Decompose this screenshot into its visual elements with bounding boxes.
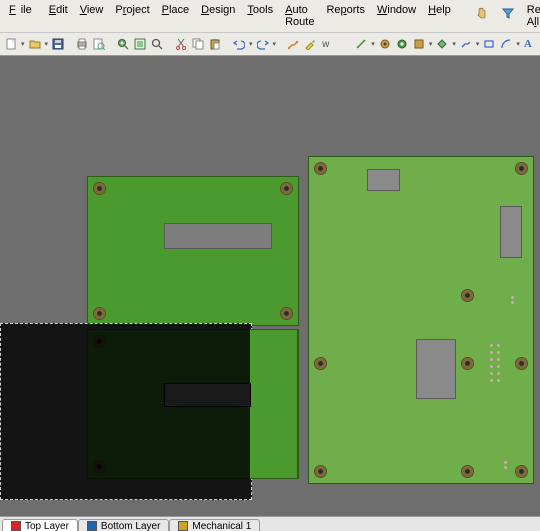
paste-icon[interactable] — [208, 35, 222, 53]
mounting-hole[interactable] — [280, 307, 293, 320]
place-arc-icon[interactable] — [499, 35, 513, 53]
mounting-hole[interactable] — [461, 357, 474, 370]
cutout[interactable] — [500, 206, 522, 258]
tab-label: Bottom Layer — [101, 521, 160, 531]
tab-bottom-layer[interactable]: Bottom Layer — [78, 519, 169, 531]
layer-swatch — [178, 521, 188, 531]
dropdown-arrow-icon[interactable]: ▾ — [516, 36, 520, 52]
coord-label: w — [320, 39, 331, 50]
dropdown-arrow-icon[interactable]: ▾ — [249, 36, 253, 52]
pcb-canvas[interactable] — [0, 56, 540, 516]
place-fill-icon[interactable] — [412, 35, 426, 53]
menu-tools[interactable]: Tools — [242, 2, 278, 30]
mounting-hole[interactable] — [461, 289, 474, 302]
menu-reports[interactable]: Reports — [321, 2, 370, 30]
tab-label: Mechanical 1 — [192, 521, 251, 531]
menu-help[interactable]: Help — [423, 2, 456, 30]
place-via-icon[interactable] — [378, 35, 392, 53]
open-file-icon[interactable] — [28, 35, 42, 53]
mounting-hole[interactable] — [314, 465, 327, 478]
dropdown-arrow-icon[interactable]: ▾ — [429, 36, 433, 52]
dropdown-arrow-icon[interactable]: ▾ — [21, 36, 25, 52]
menu-project[interactable]: Project — [110, 2, 154, 30]
via-pair[interactable] — [511, 296, 514, 304]
pcb-board-2-visible[interactable] — [250, 329, 298, 479]
print-preview-icon[interactable] — [92, 35, 106, 53]
toolbar: ▾ ▾ ▾ ▾ w ▾ ▾ ▾ ▾ ▾ A ▾ [No Variations] … — [0, 33, 540, 56]
pcb-board-1[interactable] — [87, 176, 299, 326]
undo-icon[interactable] — [232, 35, 246, 53]
place-pad-icon[interactable] — [395, 35, 409, 53]
print-icon[interactable] — [75, 35, 89, 53]
redo-icon[interactable] — [256, 35, 270, 53]
mounting-hole[interactable] — [515, 465, 528, 478]
zoom-window-icon[interactable] — [116, 35, 130, 53]
mounting-hole[interactable] — [515, 162, 528, 175]
dropdown-arrow-icon[interactable]: ▾ — [476, 36, 480, 52]
menu-place[interactable]: Place — [157, 2, 195, 30]
mounting-hole[interactable] — [93, 182, 106, 195]
menu-autoroute[interactable]: Auto Route — [280, 2, 319, 30]
via-array[interactable] — [497, 344, 500, 382]
layer-swatch — [87, 521, 97, 531]
place-track-icon[interactable] — [354, 35, 368, 53]
cutout[interactable] — [164, 383, 251, 407]
zoom-selected-icon[interactable] — [150, 35, 164, 53]
mounting-hole[interactable] — [314, 162, 327, 175]
route-icon[interactable] — [286, 35, 300, 53]
menu-bar: File Edit View Project Place Design Tool… — [0, 0, 540, 33]
tab-label: Top Layer — [25, 521, 69, 531]
mounting-hole[interactable] — [515, 357, 528, 370]
tab-top-layer[interactable]: Top Layer — [2, 519, 78, 531]
menu-window[interactable]: Window — [372, 2, 421, 30]
mounting-hole[interactable] — [93, 307, 106, 320]
cutout[interactable] — [367, 169, 400, 191]
selection-rectangle[interactable] — [0, 323, 252, 500]
dropdown-arrow-icon[interactable]: ▾ — [273, 36, 277, 52]
mounting-hole[interactable] — [461, 465, 474, 478]
layer-swatch — [11, 521, 21, 531]
place-polygon-icon[interactable] — [435, 35, 449, 53]
layer-tabs: Top Layer Bottom Layer Mechanical 1 — [0, 516, 540, 531]
dropdown-arrow-icon[interactable]: ▾ — [452, 36, 456, 52]
menu-view[interactable]: View — [75, 2, 109, 30]
cutout[interactable] — [416, 339, 456, 399]
mounting-hole[interactable] — [314, 357, 327, 370]
menu-design[interactable]: Design — [196, 2, 240, 30]
cutout[interactable] — [164, 223, 272, 249]
toolbar-filter-icon[interactable] — [496, 2, 520, 24]
copy-icon[interactable] — [191, 35, 205, 53]
place-line-icon[interactable] — [459, 35, 473, 53]
menu-repour[interactable]: Repour All — [522, 2, 540, 30]
dropdown-arrow-icon[interactable]: ▾ — [371, 36, 375, 52]
toolbar-hand-icon[interactable] — [470, 2, 494, 24]
place-rect-icon[interactable] — [482, 35, 496, 53]
menu-file[interactable]: File — [4, 2, 42, 30]
tab-mechanical-1[interactable]: Mechanical 1 — [169, 519, 260, 531]
via-array[interactable] — [490, 344, 493, 382]
menu-edit[interactable]: Edit — [44, 2, 73, 30]
cut-icon[interactable] — [174, 35, 188, 53]
save-icon[interactable] — [51, 35, 65, 53]
zoom-fit-icon[interactable] — [133, 35, 147, 53]
place-string-icon[interactable]: A — [523, 35, 533, 53]
new-file-icon[interactable] — [4, 35, 18, 53]
dropdown-arrow-icon[interactable]: ▾ — [45, 36, 49, 52]
via-pair[interactable] — [504, 461, 507, 469]
mounting-hole[interactable] — [280, 182, 293, 195]
highlight-icon[interactable] — [303, 35, 317, 53]
